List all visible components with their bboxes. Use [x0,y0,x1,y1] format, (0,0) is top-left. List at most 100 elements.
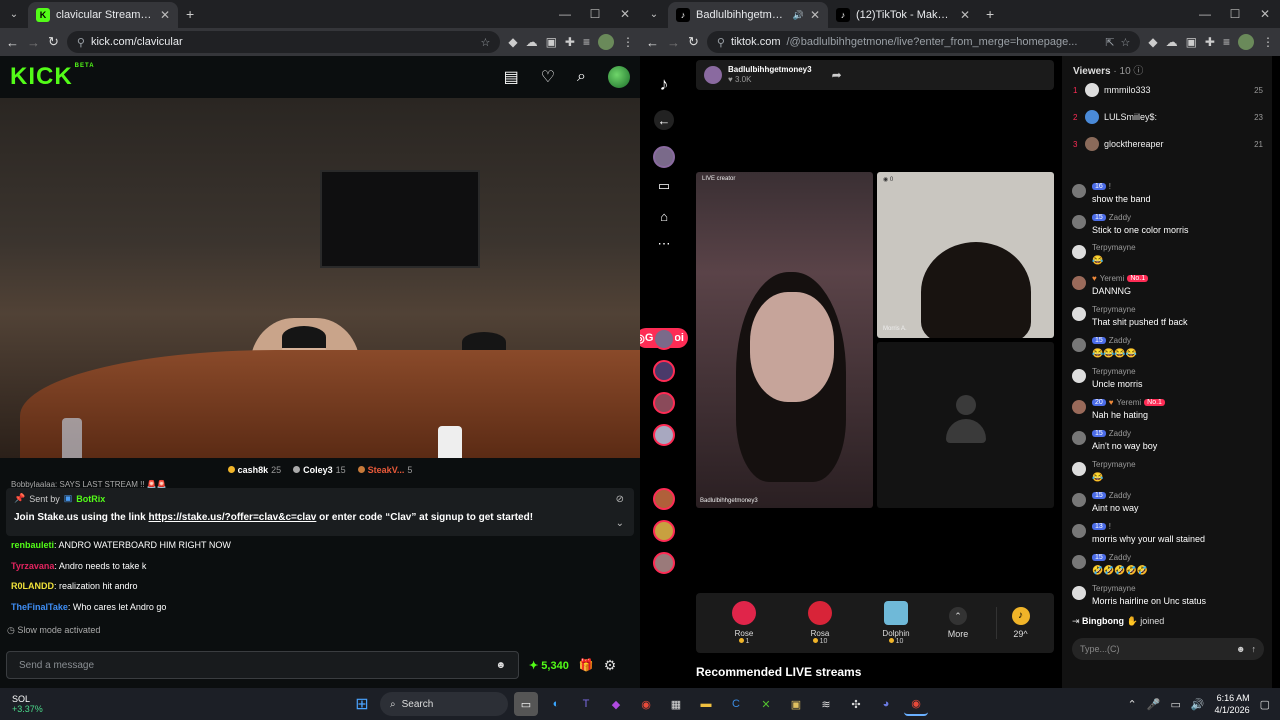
app-icon[interactable]: ✣ [844,692,868,716]
app-icon[interactable]: ▣ [784,692,808,716]
live-channel-avatar[interactable] [653,424,675,446]
chevron-down-icon[interactable]: ⌄ [616,518,624,529]
gifter-item[interactable]: cash8k 25 [227,465,281,475]
new-tab-button[interactable]: + [986,6,994,22]
host-video-panel[interactable]: LIVE creator Badlulbihhgetmoney3 [696,172,873,508]
close-window-icon[interactable]: ✕ [1250,7,1280,21]
tab-search-icon[interactable]: ⌄ [640,9,668,20]
commenter-name[interactable]: Terpymayne [1092,460,1136,469]
live-channel-avatar[interactable] [653,552,675,574]
commenter-name[interactable]: Zaddy [1109,491,1131,500]
file-explorer-icon[interactable]: ▬ [694,692,718,716]
chevron-up-icon[interactable]: ⌃ [1128,698,1137,711]
reading-list-icon[interactable]: ≡ [583,35,590,49]
bookmark-star-icon[interactable]: ☆ [480,36,490,49]
chat-username[interactable]: Tyrzavana [11,561,54,571]
commenter-name[interactable]: Zaddy [1109,429,1131,438]
reading-list-icon[interactable]: ≡ [1223,35,1230,49]
gifter-item[interactable]: SteakV... 5 [357,465,412,475]
extension-icon[interactable]: ▣ [546,35,557,49]
emoji-icon[interactable]: ☻ [495,660,506,671]
reload-icon[interactable]: ↻ [688,34,699,50]
commenter-name[interactable]: ! [1109,522,1111,531]
close-tab-icon[interactable]: ✕ [160,8,170,22]
unpin-icon[interactable]: ⊘ [616,494,624,505]
site-info-icon[interactable]: ⚲ [77,36,85,49]
forward-icon[interactable]: → [667,35,680,50]
gift-icon[interactable]: 🎁 [579,658,594,672]
edge-icon[interactable]: ◐ [544,692,568,716]
extension-icon[interactable]: ☁ [1166,35,1178,49]
task-view-icon[interactable]: ▭ [514,692,538,716]
bookmark-star-icon[interactable]: ☆ [1120,36,1130,49]
live-channel-avatar[interactable] [653,360,675,382]
live-channel-avatar[interactable] [653,392,675,414]
live-channel-avatar[interactable] [653,328,675,350]
maximize-icon[interactable]: ☐ [580,7,610,21]
new-tab-button[interactable]: + [186,6,194,22]
close-tab-icon[interactable]: ✕ [960,8,970,22]
video-camera-icon[interactable]: ▭ [654,176,674,196]
windows-start-icon[interactable]: ⊞ [350,692,374,716]
tab-search-icon[interactable]: ⌄ [0,9,28,20]
share-icon[interactable]: ➦ [832,68,842,82]
close-tab-icon[interactable]: ✕ [810,8,820,22]
commenter-name[interactable]: Yeremi [1100,274,1125,283]
notification-icon[interactable]: ▢ [1260,698,1270,711]
vod-icon[interactable]: ▤ [504,67,519,87]
emoji-icon[interactable]: ☻ [1236,644,1245,654]
tiktok-logo-icon[interactable]: ♪ [654,74,674,94]
viewer-row[interactable]: 2 LULSmiiley$: 23 [1073,109,1263,125]
chrome-icon[interactable]: ◉ [904,692,928,716]
joined-username[interactable]: Bingbong [1082,616,1124,626]
extension-icon[interactable]: ▣ [1186,35,1197,49]
profile-avatar[interactable] [598,34,614,50]
gift-dolphin[interactable]: Dolphin 10 [858,601,934,645]
minimize-icon[interactable]: — [550,7,580,21]
app-icon[interactable]: ◆ [604,692,628,716]
maximize-icon[interactable]: ☐ [1220,7,1250,21]
more-icon[interactable]: ⋯ [654,234,674,254]
volume-icon[interactable]: 🔊 [1191,698,1205,711]
tab-tiktok-live[interactable]: ♪ Badlulbihhgetmoney3 (@b... 🔊 ✕ [668,2,828,28]
pinned-link[interactable]: https://stake.us/?offer=clav&c=clav [148,512,316,523]
commenter-name[interactable]: ! [1109,182,1111,191]
app-icon[interactable]: ≋ [814,692,838,716]
pinned-message[interactable]: 📌 Sent by ▣ BotRix Join Stake.us using t… [6,488,634,536]
commenter-name[interactable]: Terpymayne [1092,584,1136,593]
kicks-balance[interactable]: ✦ 5,340 [529,659,569,672]
live-channel-avatar[interactable] [653,488,675,510]
url-field[interactable]: ⚲ kick.com/clavicular ☆ [66,31,501,53]
microphone-icon[interactable]: 🎤 [1147,698,1161,711]
tab-tiktok-home[interactable]: ♪ (12)TikTok - Make Your Day ✕ [828,2,978,28]
commenter-name[interactable]: Yeremi [1117,398,1142,407]
home-live-icon[interactable]: ⌂ [654,206,674,226]
viewer-row[interactable]: 3 glockthereaper 21 [1073,136,1263,152]
empty-seat-panel[interactable] [877,342,1054,508]
open-external-icon[interactable]: ⇱ [1105,36,1114,49]
info-icon[interactable]: ⓘ [1133,66,1143,77]
commenter-name[interactable]: Terpymayne [1092,367,1136,376]
back-icon[interactable]: ← [6,35,19,50]
host-name[interactable]: Badlulbihhgetmoney3 [728,65,812,75]
close-window-icon[interactable]: ✕ [610,7,640,21]
puzzle-icon[interactable]: ✚ [565,35,575,49]
reload-icon[interactable]: ↻ [48,34,59,50]
profile-avatar[interactable] [1238,34,1254,50]
live-avatar[interactable] [653,146,675,168]
back-arrow-icon[interactable]: ← [654,110,674,130]
back-icon[interactable]: ← [646,35,659,50]
extension-icon[interactable]: ◆ [508,35,517,49]
chat-input[interactable]: Send a message ☻ [6,651,519,679]
chat-username[interactable]: renbauleti [11,540,54,550]
commenter-name[interactable]: Zaddy [1109,213,1131,222]
taskbar-search[interactable]: ⌕ Search [380,692,508,716]
coin-balance[interactable]: ♪ 29^ [996,607,1044,639]
user-avatar[interactable] [608,66,630,88]
send-arrow-icon[interactable]: ↑ [1252,644,1257,654]
extension-icon[interactable]: ◆ [1148,35,1157,49]
gear-icon[interactable]: ⚙ [604,657,617,674]
stream-video[interactable]: mWe [0,98,640,458]
chrome-icon[interactable]: ◉ [634,692,658,716]
tab-kick[interactable]: K clavicular Stream - Watch Live o ✕ [28,2,178,28]
